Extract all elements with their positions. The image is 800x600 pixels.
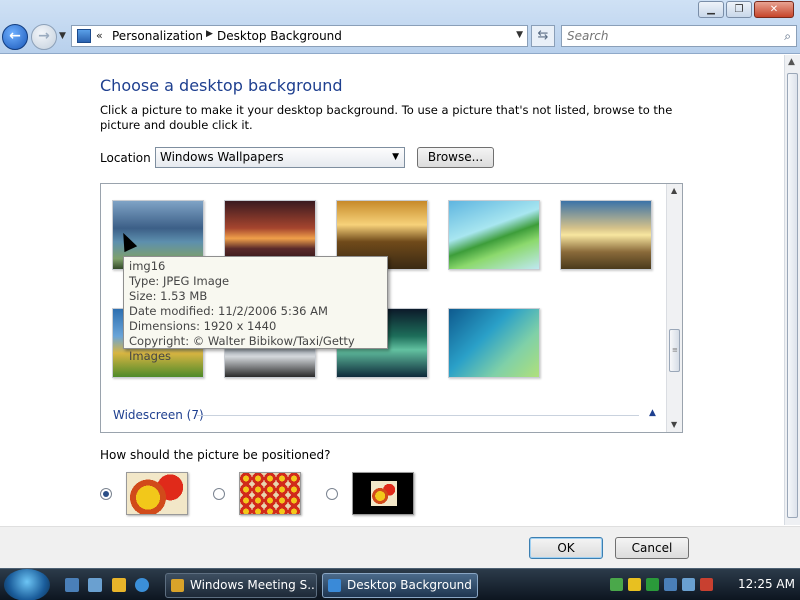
tooltip-date: Date modified: 11/2/2006 5:36 AM bbox=[129, 304, 328, 318]
position-question: How should the picture be positioned? bbox=[100, 448, 331, 462]
task-label: Windows Meeting S... bbox=[190, 578, 317, 592]
wallpaper-thumbnail[interactable] bbox=[448, 200, 540, 270]
breadcrumb-separator-icon[interactable]: ▶ bbox=[206, 29, 213, 39]
location-select[interactable]: Windows Wallpapers ▼ bbox=[155, 147, 405, 168]
network-connection-icon[interactable] bbox=[682, 578, 695, 591]
meeting-space-icon bbox=[171, 579, 184, 592]
network-icon[interactable] bbox=[610, 578, 623, 591]
taskbar: Windows Meeting S... Desktop Background … bbox=[0, 568, 800, 600]
show-desktop-icon[interactable] bbox=[65, 578, 79, 592]
task-label: Desktop Background bbox=[347, 578, 472, 592]
widescreen-section-header[interactable]: Widescreen (7) bbox=[113, 408, 204, 422]
scroll-up-icon[interactable]: ▲ bbox=[788, 57, 795, 67]
internet-explorer-icon[interactable] bbox=[135, 578, 149, 592]
position-tile-preview[interactable] bbox=[239, 472, 301, 515]
section-divider bbox=[197, 415, 639, 416]
tooltip-dimensions: Dimensions: 1920 x 1440 bbox=[129, 319, 277, 333]
control-panel-icon bbox=[77, 29, 91, 43]
breadcrumb-desktop-background[interactable]: Desktop Background bbox=[217, 29, 342, 43]
position-center-preview[interactable] bbox=[352, 472, 414, 515]
forward-button[interactable]: → bbox=[31, 24, 57, 50]
address-bar[interactable]: « Personalization ▶ Desktop Background ▼ bbox=[71, 25, 528, 47]
security-shield-icon[interactable] bbox=[628, 578, 641, 591]
radio-fit-to-screen[interactable] bbox=[100, 488, 112, 500]
location-value: Windows Wallpapers bbox=[160, 150, 284, 164]
scrollbar-thumb[interactable] bbox=[787, 73, 798, 518]
window-scrollbar[interactable]: ▲ bbox=[784, 55, 800, 525]
back-button[interactable]: ← bbox=[2, 24, 28, 50]
control-panel-icon bbox=[328, 579, 341, 592]
collapse-icon[interactable]: ▲ bbox=[649, 408, 656, 418]
wallpaper-thumbnail[interactable] bbox=[448, 308, 540, 378]
radio-tile[interactable] bbox=[213, 488, 225, 500]
switch-windows-icon[interactable] bbox=[88, 578, 102, 592]
chevron-left-icon[interactable]: « bbox=[96, 29, 103, 42]
gallery-scrollbar[interactable]: ▲ ≡ ▼ bbox=[666, 184, 682, 432]
scroll-down-icon[interactable]: ▼ bbox=[671, 420, 677, 429]
scroll-up-icon[interactable]: ▲ bbox=[671, 186, 677, 195]
navigation-bar: ▁ ❐ ✕ ← → ▼ « Personalization ▶ Desktop … bbox=[0, 0, 800, 54]
page-description: Click a picture to make it your desktop … bbox=[100, 103, 673, 132]
page-title: Choose a desktop background bbox=[100, 76, 343, 95]
cancel-button[interactable]: Cancel bbox=[615, 537, 689, 559]
wallpaper-thumbnail[interactable] bbox=[560, 200, 652, 270]
tooltip-name: img16 bbox=[129, 259, 166, 273]
back-arrow-icon: ← bbox=[9, 28, 21, 44]
tray-app-icon[interactable] bbox=[664, 578, 677, 591]
gallery-scrollbar-thumb[interactable]: ≡ bbox=[669, 329, 680, 372]
search-box[interactable]: ⌕ bbox=[561, 25, 797, 47]
position-fit-to-screen-preview[interactable] bbox=[126, 472, 188, 515]
system-tray bbox=[610, 578, 713, 591]
search-icon[interactable]: ⌕ bbox=[784, 29, 791, 44]
window-buttons: ▁ ❐ ✕ bbox=[698, 1, 794, 18]
check-icon[interactable] bbox=[646, 578, 659, 591]
start-button[interactable] bbox=[4, 569, 50, 600]
search-input[interactable] bbox=[562, 26, 762, 46]
media-player-icon[interactable] bbox=[112, 578, 126, 592]
grip-icon: ≡ bbox=[672, 346, 678, 354]
volume-muted-icon[interactable] bbox=[700, 578, 713, 591]
forward-arrow-icon: → bbox=[38, 28, 50, 44]
browse-button[interactable]: Browse... bbox=[417, 147, 494, 168]
close-button[interactable]: ✕ bbox=[754, 1, 794, 18]
refresh-button[interactable]: ⇆ bbox=[531, 25, 555, 47]
taskbar-item-desktop-background[interactable]: Desktop Background bbox=[322, 573, 478, 598]
clock[interactable]: 12:25 AM bbox=[738, 577, 795, 591]
image-tooltip: img16 Type: JPEG Image Size: 1.53 MB Dat… bbox=[123, 256, 388, 363]
recent-pages-dropdown-icon[interactable]: ▼ bbox=[59, 31, 66, 41]
taskbar-item-meeting-space[interactable]: Windows Meeting S... bbox=[165, 573, 317, 598]
maximize-button[interactable]: ❐ bbox=[726, 1, 752, 18]
address-dropdown-icon[interactable]: ▼ bbox=[516, 30, 523, 40]
tooltip-copyright: Copyright: © Walter Bibikow/Taxi/Getty I… bbox=[129, 334, 355, 363]
minimize-button[interactable]: ▁ bbox=[698, 1, 724, 18]
tooltip-size: Size: 1.53 MB bbox=[129, 289, 208, 303]
tooltip-type: Type: JPEG Image bbox=[129, 274, 230, 288]
ok-button[interactable]: OK bbox=[529, 537, 603, 559]
radio-center[interactable] bbox=[326, 488, 338, 500]
location-label: Location bbox=[100, 151, 151, 165]
chevron-down-icon[interactable]: ▼ bbox=[392, 148, 399, 167]
breadcrumb-personalization[interactable]: Personalization bbox=[112, 29, 203, 43]
